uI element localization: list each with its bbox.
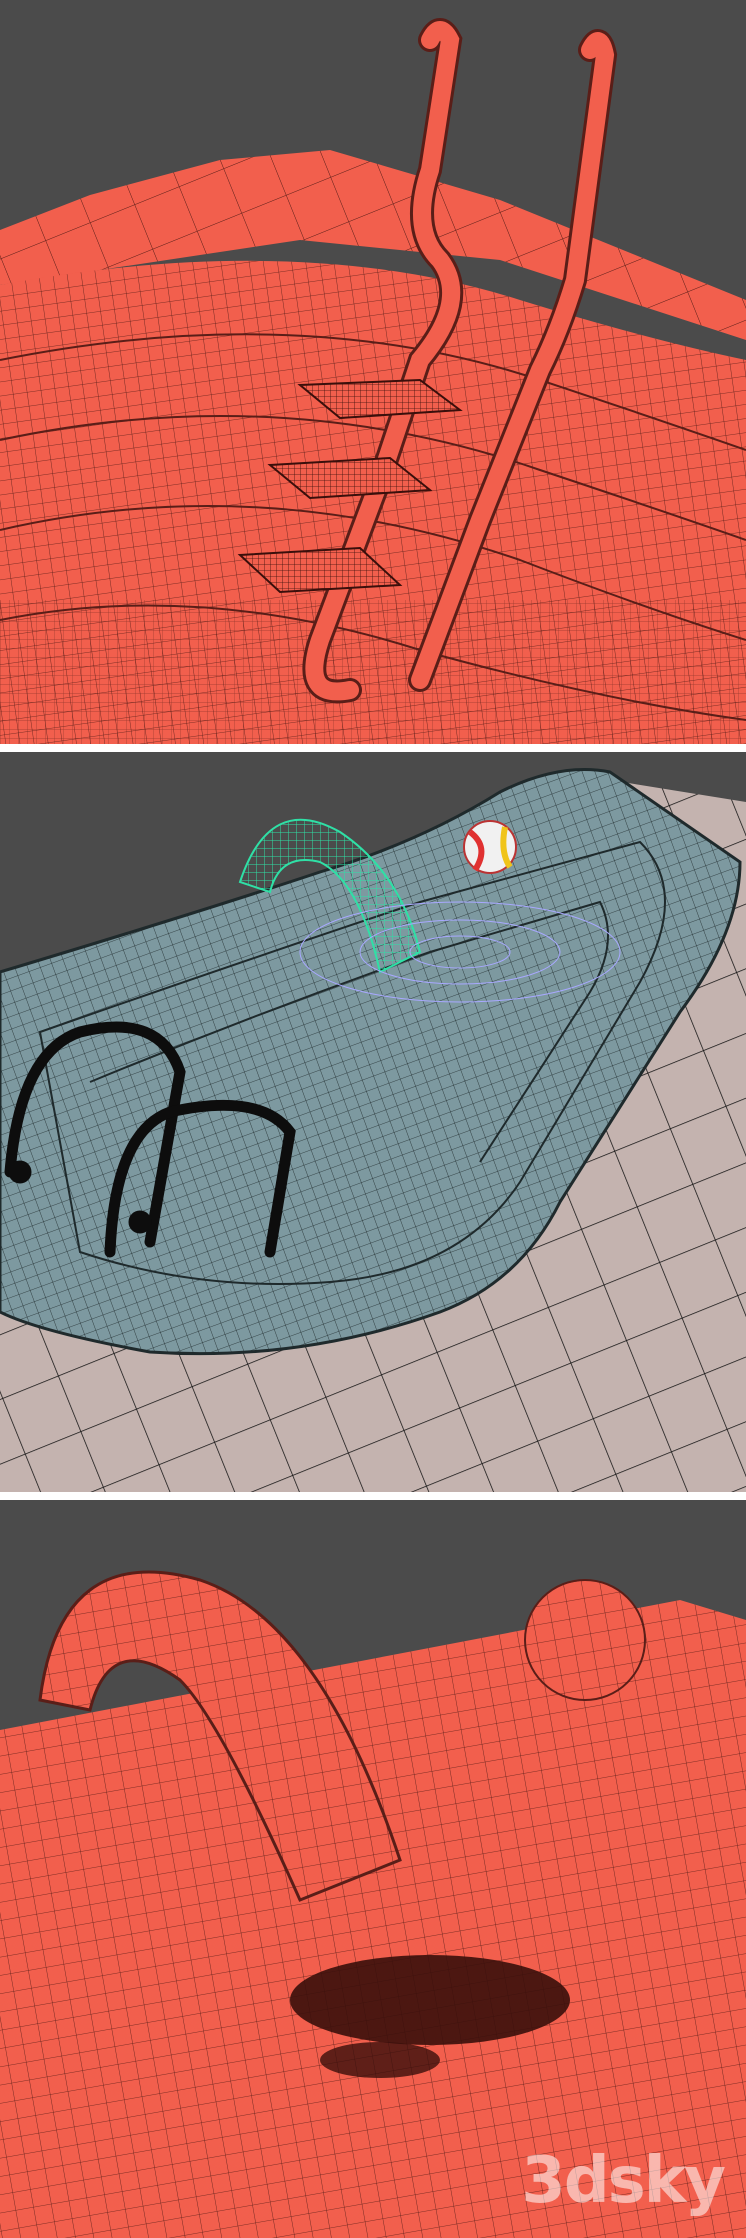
pool-overview-render bbox=[0, 752, 746, 1492]
ball bbox=[524, 1579, 646, 1701]
ladder-closeup-svg bbox=[0, 18, 746, 744]
pool-overview-svg bbox=[0, 768, 746, 1492]
beach-ball bbox=[463, 820, 517, 874]
waterfall-closeup-svg bbox=[0, 1570, 746, 2238]
pool-floor bbox=[0, 1600, 746, 2238]
ladder-closeup-render bbox=[0, 0, 746, 744]
waterfall-closeup-render: 3dsky bbox=[0, 1500, 746, 2238]
watermark: 3dsky bbox=[521, 2144, 726, 2218]
